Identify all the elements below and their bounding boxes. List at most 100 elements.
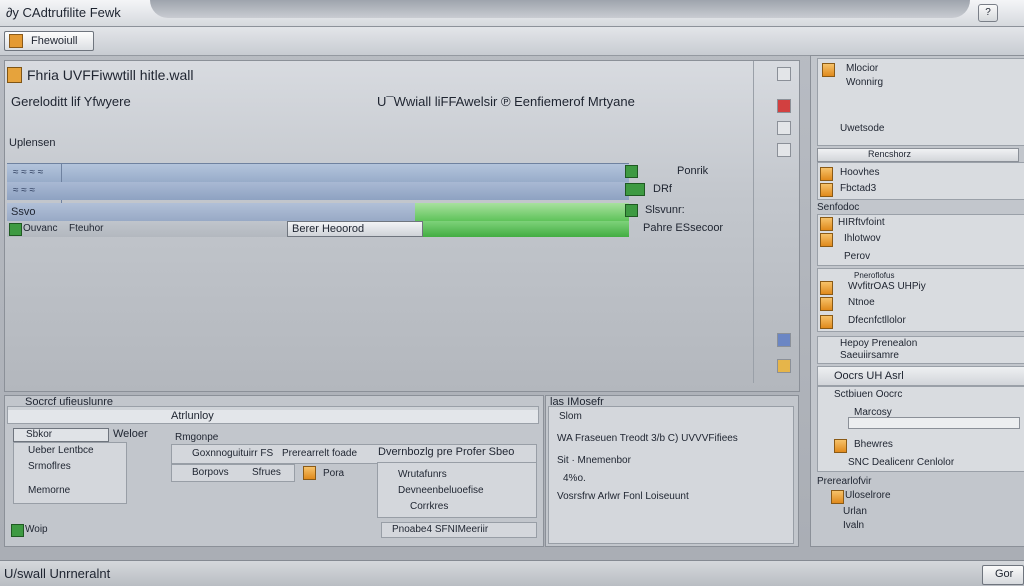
- right-group-label: Oocrs UH Asrl: [834, 370, 904, 382]
- right-item[interactable]: Bhewres: [854, 439, 893, 450]
- folder-icon: [820, 217, 833, 231]
- right-item[interactable]: Wonnirg: [846, 77, 883, 88]
- folder-icon: [820, 281, 833, 295]
- row3-value: Slsvunr:: [645, 204, 685, 216]
- right-section-5: Hepoy Prenealon Saeuiirsamre: [817, 336, 1024, 364]
- right-item[interactable]: Sctbiuen Oocrc: [834, 389, 902, 400]
- right-item[interactable]: WvfitrOAS UHPiy: [848, 281, 926, 292]
- check-icon: [9, 223, 22, 236]
- right-group-label: Senfodoc: [817, 202, 860, 213]
- col1-row3[interactable]: Borpovs: [192, 467, 229, 478]
- bottom-action-button[interactable]: Pnoabe4 SFNIMeeriir: [381, 522, 537, 538]
- folder-icon: [820, 297, 833, 311]
- subtitle-right: U¯Wwiall liFFAwelsir ℗ Eenfiemerof Mrtya…: [377, 94, 635, 109]
- right-section-1: Mlocior Wonnirg Uwetsode: [817, 58, 1024, 146]
- status-bar-row-1: ≈ ≈ ≈ ≈: [7, 163, 629, 182]
- right-item[interactable]: Uwetsode: [840, 123, 884, 134]
- folder-icon: [834, 439, 847, 453]
- col2-row3[interactable]: Sfrues: [252, 467, 281, 478]
- right-item[interactable]: HIRftvfoint: [838, 217, 885, 228]
- folder-icon: [820, 167, 833, 181]
- row3-label: Ssvo: [11, 206, 36, 218]
- header-strip: [7, 406, 539, 424]
- list-item[interactable]: Srmoflres: [28, 461, 71, 472]
- bottom-middle-panel: las IMosefr Slom WA Fraseuen Treodt 3/b …: [545, 395, 799, 547]
- check-icon: [11, 524, 24, 537]
- options-row: Borpovs Sfrues: [171, 464, 295, 482]
- panel-button[interactable]: [777, 121, 791, 135]
- right-section-head[interactable]: Rencshorz: [817, 148, 1019, 162]
- help-button[interactable]: ?: [978, 4, 998, 22]
- list-item: 4%o.: [563, 473, 586, 484]
- col3-row2: Dvernbozlg pre Profer Sbeo: [378, 446, 515, 458]
- status-icon: [625, 204, 638, 217]
- close-icon[interactable]: [777, 99, 791, 113]
- right-section-6: Sctbiuen Oocrc Marcosy Bhewres SNC Deali…: [817, 386, 1024, 472]
- section-label: Uplensen: [9, 137, 56, 149]
- firewall-toolbar-button[interactable]: Fhewoiull: [4, 31, 94, 51]
- window-title: ∂y CAdtrufilite Fewk: [6, 5, 121, 20]
- right-item[interactable]: SNC Dealicenr Cenlolor: [848, 457, 954, 468]
- status-bar-row-3: Ssvo: [7, 203, 629, 221]
- scroll-up-button[interactable]: [777, 67, 791, 81]
- firewall-icon: [9, 34, 23, 48]
- right-item[interactable]: Fbctad3: [840, 183, 876, 194]
- list-item[interactable]: Vosrsfrw Arlwr Fonl Loiseuunt: [557, 491, 689, 502]
- right-item[interactable]: Ivaln: [843, 520, 864, 531]
- row4-mid: Fteuhor: [69, 223, 104, 234]
- right-item[interactable]: Saeuiirsamre: [840, 350, 899, 361]
- right-group-header[interactable]: Oocrs UH Asrl: [817, 366, 1024, 386]
- col2-row2: Prerearrelt foade: [282, 448, 358, 459]
- list-item[interactable]: Sit · Mnemenbor: [557, 455, 631, 466]
- right-group-label: Prerearlofvir: [817, 476, 872, 487]
- right-select[interactable]: [848, 417, 1020, 429]
- right-item[interactable]: Perov: [844, 251, 870, 262]
- item-list: Ueber Lentbce Srmoflres Memorne: [13, 442, 127, 504]
- right-item[interactable]: Mlocior: [846, 63, 878, 74]
- folder-icon[interactable]: [777, 359, 791, 373]
- tab-label: Sbkor: [26, 429, 53, 440]
- popup-item[interactable]: Corrkres: [410, 501, 448, 512]
- right-head-label: Rencshorz: [868, 149, 912, 159]
- list-item[interactable]: WA Fraseuen Treodt 3/b C) UVVVFifiees: [557, 433, 738, 444]
- right-item[interactable]: Uloselrore: [845, 490, 891, 501]
- right-item[interactable]: Urlan: [843, 506, 867, 517]
- panel-button[interactable]: [777, 143, 791, 157]
- right-item[interactable]: Ntnoe: [848, 297, 875, 308]
- right-item[interactable]: Hepoy Prenealon: [840, 338, 917, 349]
- folder-icon: [820, 233, 833, 247]
- folder-icon: [820, 183, 833, 197]
- popup-item[interactable]: Wrutafunrs: [398, 469, 447, 480]
- list-item[interactable]: Ueber Lentbce: [28, 445, 94, 456]
- popup-item[interactable]: Devneenbeluoefise: [398, 485, 484, 496]
- tab-right-label[interactable]: Weloer: [113, 428, 148, 440]
- status-button[interactable]: Gor: [982, 565, 1024, 585]
- right-item[interactable]: Hoovhes: [840, 167, 879, 178]
- action-label: Berer Heoorod: [292, 223, 365, 235]
- row1-value: Ponrik: [677, 165, 709, 177]
- status-bar-row-2: ≈ ≈ ≈: [7, 182, 629, 200]
- primary-action-button[interactable]: Berer Heoorod: [287, 221, 423, 237]
- footer-item[interactable]: Woip: [25, 524, 48, 535]
- firewall-icon: [7, 67, 22, 83]
- popup-list: Wrutafunrs Devneenbeluoefise Corrkres: [377, 462, 537, 518]
- status-icon: [625, 183, 645, 196]
- list-item[interactable]: Slom: [559, 411, 582, 422]
- tab-main[interactable]: Sbkor: [13, 428, 109, 442]
- status-fill: [415, 203, 629, 221]
- status-text: U/swall Unrneralnt: [4, 566, 111, 581]
- folder-icon: [831, 490, 844, 504]
- right-item[interactable]: Ihlotwov: [844, 233, 881, 244]
- right-panel: Mlocior Wonnirg Uwetsode Rencshorz Hoovh…: [810, 55, 1024, 547]
- col3-row3[interactable]: Pora: [323, 468, 344, 479]
- info-icon[interactable]: [777, 333, 791, 347]
- list-item[interactable]: Memorne: [28, 485, 70, 496]
- right-head-label: Pneroflofus: [854, 271, 895, 280]
- status-fill: [415, 221, 629, 237]
- right-item[interactable]: Dfecnfctllolor: [848, 315, 906, 326]
- bottom-action-label: Pnoabe4 SFNIMeeriir: [392, 524, 489, 535]
- col1-row2: Goxnnoguituirr FS: [192, 448, 274, 459]
- status-bar: U/swall Unrneralnt Gor: [0, 560, 1024, 586]
- main-content: Fhria UVFFiwwtill hitle.wall Gereloditt …: [5, 61, 754, 383]
- folder-icon: [820, 315, 833, 329]
